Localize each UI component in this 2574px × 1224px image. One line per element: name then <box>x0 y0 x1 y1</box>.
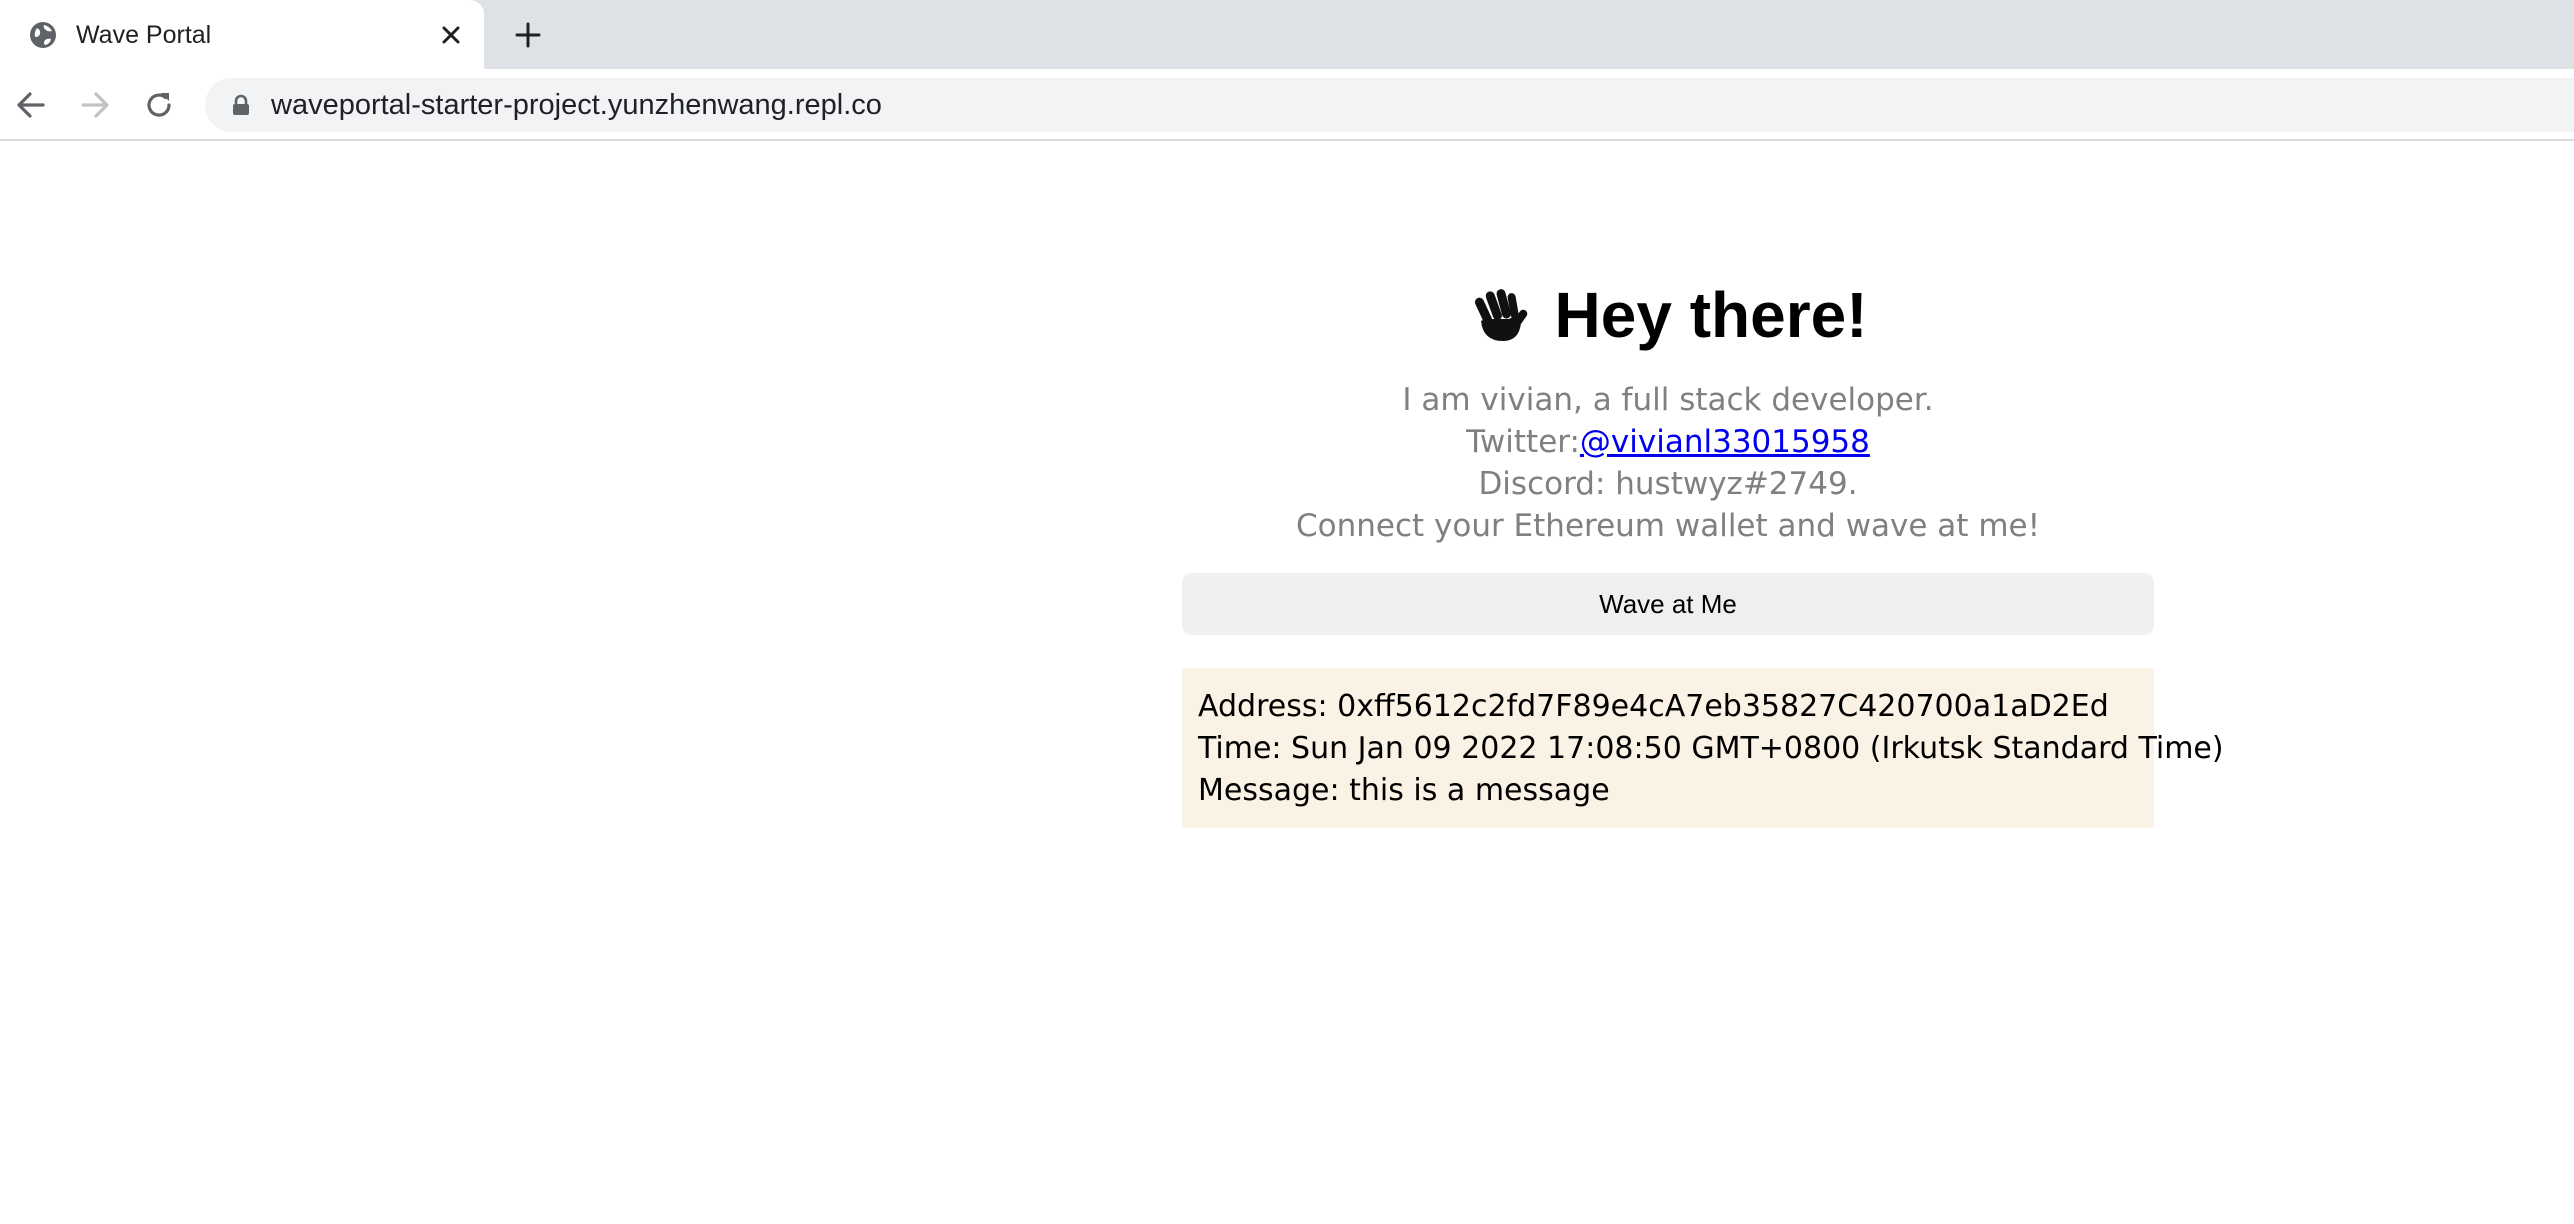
page-title-text: Hey there! <box>1554 279 1868 351</box>
bio-intro: I am vivian, a full stack developer. <box>1402 382 1934 418</box>
bio-cta: Connect your Ethereum wallet and wave at… <box>1295 508 2041 544</box>
forward-arrow-icon[interactable] <box>76 86 114 124</box>
tab-title: Wave Portal <box>76 21 212 49</box>
globe-icon <box>28 20 58 50</box>
main-container: Hey there! I am vivian, a full stack dev… <box>1182 141 2224 828</box>
wave-button[interactable]: Wave at Me <box>1182 573 2154 635</box>
close-tab-icon[interactable] <box>436 20 466 50</box>
waving-hand-icon <box>1469 283 1533 347</box>
back-arrow-icon[interactable] <box>12 86 50 124</box>
url-text: waveportal-starter-project.yunzhenwang.r… <box>271 89 882 121</box>
address-bar[interactable]: waveportal-starter-project.yunzhenwang.r… <box>205 78 2574 132</box>
tab-strip: Wave Portal <box>0 0 2574 69</box>
wave-address: Address: 0xff5612c2fd7F89e4cA7eb35827C42… <box>1198 689 2109 724</box>
new-tab-icon[interactable] <box>510 17 546 53</box>
wave-card: Address: 0xff5612c2fd7F89e4cA7eb35827C42… <box>1182 668 2224 828</box>
wave-message: Message: this is a message <box>1198 773 1610 808</box>
bio-twitter: Twitter:@vivianl33015958 <box>1182 421 2154 463</box>
page-title: Hey there! <box>1182 275 2154 355</box>
reload-icon[interactable] <box>140 86 178 124</box>
wave-time: Time: Sun Jan 09 2022 17:08:50 GMT+0800 … <box>1198 731 2224 766</box>
browser-toolbar: waveportal-starter-project.yunzhenwang.r… <box>0 69 2574 141</box>
lock-icon[interactable] <box>231 94 251 116</box>
browser-tab[interactable]: Wave Portal <box>0 0 484 69</box>
twitter-label: Twitter: <box>1466 424 1580 460</box>
bio-discord: Discord: hustwyz#2749. <box>1478 466 1858 502</box>
bio: I am vivian, a full stack developer. Twi… <box>1182 379 2154 547</box>
twitter-link[interactable]: @vivianl33015958 <box>1580 424 1870 460</box>
page-content: Hey there! I am vivian, a full stack dev… <box>0 141 2574 1224</box>
